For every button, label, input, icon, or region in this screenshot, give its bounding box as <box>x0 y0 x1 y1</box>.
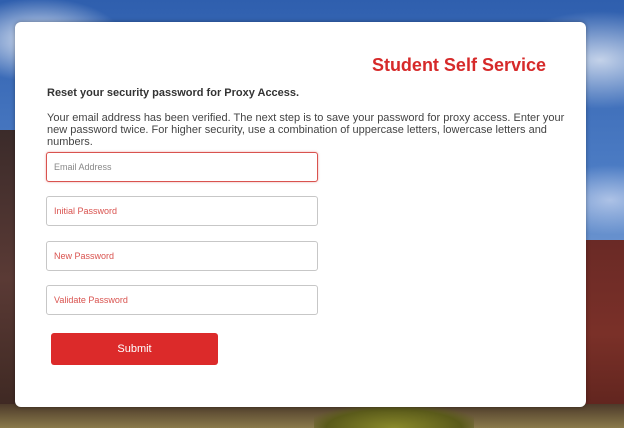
validate-password-field[interactable] <box>46 285 318 315</box>
form-description: Your email address has been verified. Th… <box>47 112 565 148</box>
ground <box>0 404 624 428</box>
new-password-field[interactable] <box>46 241 318 271</box>
page-title: Student Self Service <box>371 55 546 75</box>
submit-button[interactable]: Submit <box>51 333 218 365</box>
trees <box>314 406 474 428</box>
initial-password-field[interactable] <box>46 196 318 226</box>
email-field[interactable] <box>46 152 318 182</box>
form-heading: Reset your security password for Proxy A… <box>47 87 300 99</box>
reset-password-card: Student Self Service Reset your security… <box>15 22 586 407</box>
